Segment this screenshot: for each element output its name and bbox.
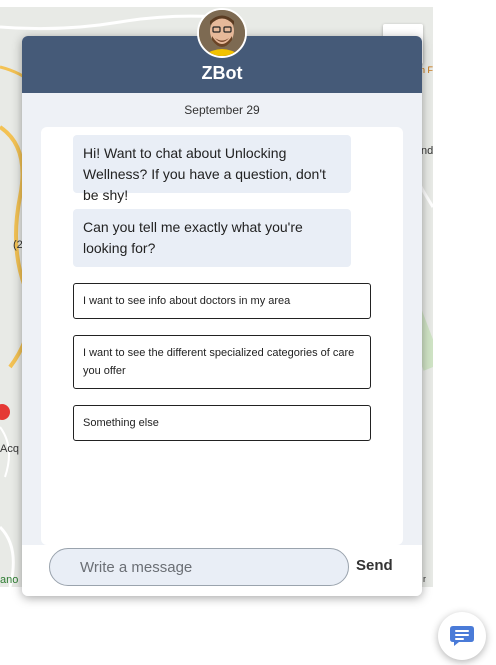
conversation-date: September 29 [184,103,260,117]
bot-message: Can you tell me exactly what you're look… [73,209,351,267]
chat-window: ZBot September 29 Hi! Want to chat about… [22,36,422,596]
quick-reply-label: Something else [83,417,159,429]
map-label: nd [421,145,433,157]
chat-icon [450,626,474,646]
bot-avatar [197,8,247,58]
message-input[interactable] [49,548,349,586]
chat-launcher-button[interactable] [438,612,486,660]
quick-reply-button[interactable]: I want to see the different specialized … [73,335,371,389]
send-button[interactable]: Send [356,557,393,574]
quick-reply-button[interactable]: I want to see info about doctors in my a… [73,283,371,319]
quick-reply-label: I want to see info about doctors in my a… [83,295,291,307]
quick-reply-label: I want to see the different specialized … [83,347,355,377]
message-list[interactable]: Hi! Want to chat about Unlocking Wellnes… [41,127,403,545]
message-composer: Send [22,545,422,596]
bot-message: Hi! Want to chat about Unlocking Wellnes… [73,135,351,203]
map-label: Acq [0,443,19,455]
map-label: r [423,574,426,584]
quick-reply-button[interactable]: Something else [73,405,371,441]
map-label: ano [0,574,19,586]
bot-name: ZBot [201,63,243,83]
user-photo-icon [199,10,245,56]
